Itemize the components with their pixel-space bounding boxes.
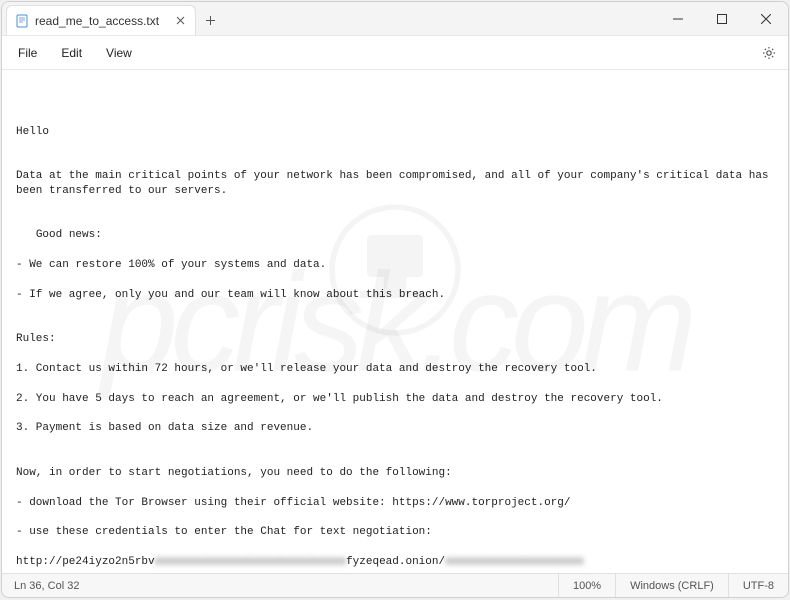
menu-file[interactable]: File — [6, 40, 49, 66]
status-encoding[interactable]: UTF-8 — [728, 574, 788, 597]
new-tab-button[interactable] — [196, 5, 224, 35]
titlebar-drag-area[interactable] — [224, 2, 656, 35]
file-tab[interactable]: read_me_to_access.txt — [6, 5, 196, 35]
menu-view[interactable]: View — [94, 40, 144, 66]
settings-button[interactable] — [754, 38, 784, 68]
editor-content[interactable]: pcrisk.com Hello Data at the main critic… — [2, 70, 788, 573]
minimize-button[interactable] — [656, 2, 700, 36]
text-line: 2. You have 5 days to reach an agreement… — [16, 392, 774, 407]
gear-icon — [761, 45, 777, 61]
notepad-icon — [15, 14, 29, 28]
close-button[interactable] — [744, 2, 788, 36]
statusbar: Ln 36, Col 32 100% Windows (CRLF) UTF-8 — [2, 573, 788, 597]
text-line: http://pe24iyzo2n5rbvxxxxxxxxxxxxxxxxxxx… — [16, 555, 774, 570]
text-line: 1. Contact us within 72 hours, or we'll … — [16, 362, 774, 377]
tab-area: read_me_to_access.txt — [2, 2, 224, 35]
text-line: - If we agree, only you and our team wil… — [16, 288, 774, 303]
menubar: File Edit View — [2, 36, 788, 70]
text-line: Data at the main critical points of your… — [16, 169, 774, 199]
text-line: Hello — [16, 125, 774, 140]
status-line-ending[interactable]: Windows (CRLF) — [615, 574, 728, 597]
text-line: - download the Tor Browser using their o… — [16, 496, 774, 511]
menu-edit[interactable]: Edit — [49, 40, 94, 66]
notepad-window: read_me_to_access.txt File Edit V — [1, 1, 789, 598]
tab-title: read_me_to_access.txt — [35, 14, 167, 28]
watermark-text: pcrisk.com — [101, 227, 690, 416]
text-line: Good news: — [16, 228, 774, 243]
maximize-button[interactable] — [700, 2, 744, 36]
status-zoom[interactable]: 100% — [558, 574, 615, 597]
text-line: Rules: — [16, 332, 774, 347]
text-line: Now, in order to start negotiations, you… — [16, 466, 774, 481]
status-position[interactable]: Ln 36, Col 32 — [2, 580, 558, 592]
window-controls — [656, 2, 788, 35]
titlebar[interactable]: read_me_to_access.txt — [2, 2, 788, 36]
text-line: - use these credentials to enter the Cha… — [16, 525, 774, 540]
tab-close-icon[interactable] — [173, 14, 187, 28]
text-line: 3. Payment is based on data size and rev… — [16, 421, 774, 436]
text-line: - We can restore 100% of your systems an… — [16, 258, 774, 273]
